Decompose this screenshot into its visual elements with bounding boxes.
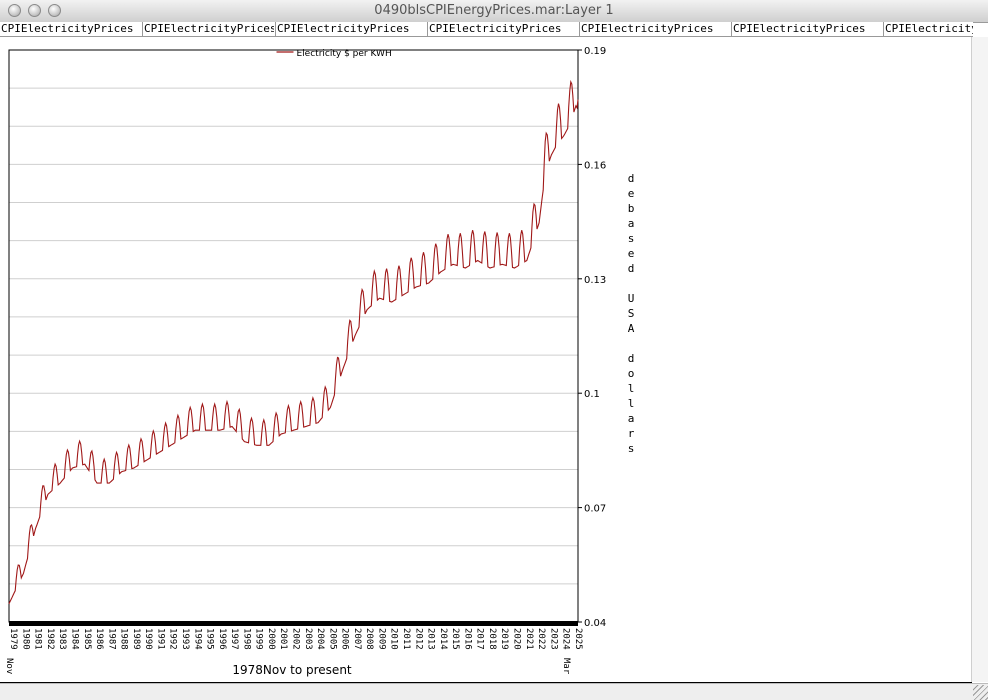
x-tick-label: 2009 xyxy=(376,628,386,650)
y-axis-label-char: r xyxy=(628,427,635,440)
y-axis-label-char: l xyxy=(628,397,635,410)
layer-tab-5[interactable]: CPIElectricityPrices xyxy=(579,22,731,36)
x-tick-label: 2022 xyxy=(536,628,546,650)
x-tick-label: 2007 xyxy=(352,628,362,650)
x-tick-label: 2016 xyxy=(462,628,472,650)
x-tick-label: 1993 xyxy=(180,628,190,650)
x-tick-label: 2024 xyxy=(561,628,571,650)
layer-tab-2[interactable]: CPIElectricityPrices xyxy=(142,22,274,36)
gridlines xyxy=(9,87,578,585)
plot-frame xyxy=(8,49,579,623)
vertical-scrollbar[interactable] xyxy=(971,37,988,682)
x-tick-label: 1989 xyxy=(131,628,141,650)
x-axis-bar xyxy=(9,621,578,626)
y-axis-label: debased USA dollars xyxy=(628,172,635,455)
y-axis-label-char: e xyxy=(628,247,635,260)
layer-tab-bar: CPIElectricityPrices CPIElectricityPrice… xyxy=(0,22,973,37)
x-tick-label: 1994 xyxy=(192,628,202,650)
electricity-price-chart: 0.04 0.07 0.1 0.13 0.16 0.19 1979 1980 1981 1982… xyxy=(4,46,635,677)
x-tick-label: 2014 xyxy=(438,628,448,650)
x-tick-label: 2025 xyxy=(573,628,583,650)
layer-tab-6[interactable]: CPIElectricityPrices xyxy=(731,22,883,36)
y-axis-label-char xyxy=(628,337,635,350)
x-tick-label: 2003 xyxy=(303,628,313,650)
x-tick-label: 1986 xyxy=(94,628,104,650)
layer-tab-3[interactable]: CPIElectricityPrices xyxy=(275,22,427,36)
x-tick-label: 2000 xyxy=(266,628,276,650)
x-tick-label: 2017 xyxy=(475,628,485,650)
x-tick-label: 2019 xyxy=(499,628,509,650)
x-tick-label: 2012 xyxy=(413,628,423,650)
y-axis-label-char: a xyxy=(628,412,635,425)
x-tick-label: 2006 xyxy=(340,628,350,650)
x-tick-label: 2011 xyxy=(401,628,411,650)
y-axis-label-char: b xyxy=(628,202,635,215)
x-tick-label: 1987 xyxy=(106,628,116,650)
x-tick-label: 1983 xyxy=(57,628,67,650)
x-tick-label: 2018 xyxy=(487,628,497,650)
x-tick-label: 1984 xyxy=(69,628,79,650)
y-axis-label-char: A xyxy=(628,322,635,335)
window-titlebar[interactable]: 0490blsCPIEnergyPrices.mar:Layer 1 xyxy=(0,0,988,23)
x-end-month-label: Mar xyxy=(561,658,571,675)
x-tick-label: 2010 xyxy=(389,628,399,650)
y-tick-label: 0.07 xyxy=(584,504,606,515)
x-tick-label: 1988 xyxy=(119,628,129,650)
x-tick-label: 2001 xyxy=(278,628,288,650)
y-axis-label-char: S xyxy=(628,307,635,320)
series-electricity-line xyxy=(8,79,579,605)
y-axis-label-char: d xyxy=(628,262,635,275)
y-axis-label-char: o xyxy=(628,367,635,380)
x-tick-label: 1981 xyxy=(33,628,43,650)
chart-panel: 0.04 0.07 0.1 0.13 0.16 0.19 1979 1980 1981 1982… xyxy=(0,37,972,683)
x-tick-label: 1992 xyxy=(168,628,178,650)
x-tick-label: 2013 xyxy=(426,628,436,650)
y-tick-label: 0.13 xyxy=(584,275,606,286)
y-axis-label-char: l xyxy=(628,382,635,395)
x-axis-label: 1978Nov to present xyxy=(232,663,352,677)
horizontal-scrollbar[interactable] xyxy=(0,683,988,700)
layer-tab-7[interactable]: CPIElectricityPrices xyxy=(883,22,973,36)
layer-tab-1[interactable]: CPIElectricityPrices xyxy=(0,22,141,36)
y-tick-label: 0.19 xyxy=(584,46,606,57)
y-axis-label-char: a xyxy=(628,217,635,230)
x-tick-label: 2015 xyxy=(450,628,460,650)
resize-grip-icon[interactable] xyxy=(973,685,988,700)
x-tick-label: 1999 xyxy=(254,628,264,650)
x-start-month-label: Nov xyxy=(4,658,14,674)
y-axis-label-char: s xyxy=(628,442,635,455)
y-axis-label-char: d xyxy=(628,172,635,185)
x-tick-label: 2023 xyxy=(548,628,558,650)
x-tick-label: 1982 xyxy=(45,628,55,650)
x-tick-label: 1996 xyxy=(217,628,227,650)
x-tick-label: 1991 xyxy=(155,628,165,650)
y-tick-label: 0.16 xyxy=(584,160,606,171)
legend-label: Electricity $ per KWH xyxy=(297,49,392,59)
x-tick-label: 1997 xyxy=(229,628,239,650)
x-tick-label: 2021 xyxy=(524,628,534,650)
x-tick-label: 2002 xyxy=(291,628,301,650)
x-tick-label: 2004 xyxy=(315,628,325,650)
x-tick-label: 2005 xyxy=(327,628,337,650)
layer-tab-4[interactable]: CPIElectricityPrices xyxy=(427,22,579,36)
x-tick-label: 1980 xyxy=(20,628,30,650)
x-tick-label: 1995 xyxy=(205,628,215,650)
y-axis: 0.04 0.07 0.1 0.13 0.16 0.19 xyxy=(578,46,606,629)
y-tick-label: 0.04 xyxy=(584,618,606,629)
y-tick-label: 0.1 xyxy=(584,389,600,400)
x-tick-label: 1985 xyxy=(82,628,92,650)
y-axis-label-char: e xyxy=(628,187,635,200)
x-tick-label: 2020 xyxy=(512,628,522,650)
y-axis-label-char: d xyxy=(628,352,635,365)
y-axis-label-char xyxy=(628,277,635,290)
y-axis-label-char: s xyxy=(628,232,635,245)
x-tick-label: 1979 xyxy=(8,628,18,650)
y-axis-label-char: U xyxy=(628,292,635,305)
x-tick-label: 2008 xyxy=(364,628,374,650)
window-title: 0490blsCPIEnergyPrices.mar:Layer 1 xyxy=(374,3,614,18)
x-tick-label: 1998 xyxy=(241,628,251,650)
x-tick-label: 1990 xyxy=(143,628,153,650)
